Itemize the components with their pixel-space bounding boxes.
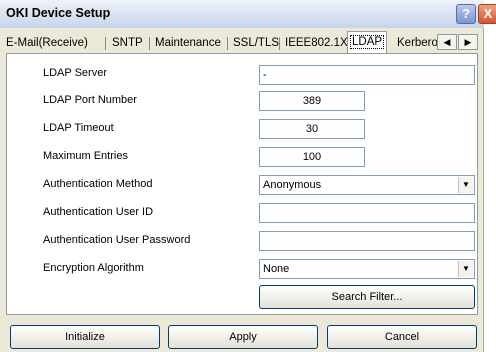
tab-separator [227, 37, 228, 50]
auth-method-value: Anonymous [263, 179, 322, 191]
ldap-port-input[interactable]: 389 [259, 91, 365, 111]
tab-ldap[interactable]: LDAP [347, 31, 388, 53]
chevron-down-icon[interactable]: ▼ [458, 261, 473, 277]
tab-scroll-arrows: ◀ ▶ [437, 34, 479, 50]
encryption-select[interactable]: None ▼ [259, 259, 475, 279]
tab-ieee8021x[interactable]: IEEE802.1X [285, 34, 348, 52]
auth-user-id-input[interactable] [259, 203, 475, 223]
tab-sntp[interactable]: SNTP [112, 34, 143, 52]
ldap-settings-panel: LDAP Server - LDAP Port Number 389 LDAP … [6, 53, 478, 315]
tab-ssl-tls[interactable]: SSL/TLS [233, 34, 279, 52]
tab-ldap-label: LDAP [350, 35, 385, 49]
max-entries-input[interactable]: 100 [259, 147, 365, 167]
ldap-timeout-input[interactable]: 30 [259, 119, 365, 139]
ldap-server-label: LDAP Server [43, 67, 107, 79]
auth-user-id-label: Authentication User ID [43, 206, 154, 218]
window-title: OKI Device Setup [6, 6, 111, 20]
tab-scroll-left-icon[interactable]: ◀ [437, 34, 457, 50]
tab-email-receive[interactable]: E-Mail(Receive) [6, 34, 88, 52]
auth-method-select[interactable]: Anonymous ▼ [259, 175, 475, 195]
cancel-button[interactable]: Cancel [327, 325, 477, 349]
apply-button[interactable]: Apply [168, 325, 318, 349]
ldap-port-label: LDAP Port Number [43, 94, 137, 106]
tab-scroll-right-icon[interactable]: ▶ [458, 34, 478, 50]
tab-separator [279, 37, 280, 50]
close-button[interactable]: X [478, 4, 496, 24]
tab-strip: E-Mail(Receive) SNTP Maintenance SSL/TLS… [4, 31, 480, 53]
tab-maintenance[interactable]: Maintenance [155, 34, 221, 52]
auth-user-password-label: Authentication User Password [43, 234, 191, 246]
tab-separator [105, 37, 106, 50]
initialize-button[interactable]: Initialize [10, 325, 160, 349]
auth-method-label: Authentication Method [43, 178, 153, 190]
max-entries-label: Maximum Entries [43, 150, 128, 162]
search-filter-button[interactable]: Search Filter... [259, 285, 475, 309]
title-bar: OKI Device Setup ? X [0, 0, 496, 28]
help-button[interactable]: ? [456, 4, 476, 24]
ldap-server-input[interactable]: - [259, 65, 475, 85]
auth-user-password-input[interactable] [259, 231, 475, 251]
device-setup-window: OKI Device Setup ? X E-Mail(Receive) SNT… [0, 0, 496, 352]
encryption-label: Encryption Algorithm [43, 262, 144, 274]
ldap-timeout-label: LDAP Timeout [43, 122, 114, 134]
encryption-value: None [263, 263, 290, 275]
chevron-down-icon[interactable]: ▼ [458, 177, 473, 193]
tab-separator [149, 37, 150, 50]
